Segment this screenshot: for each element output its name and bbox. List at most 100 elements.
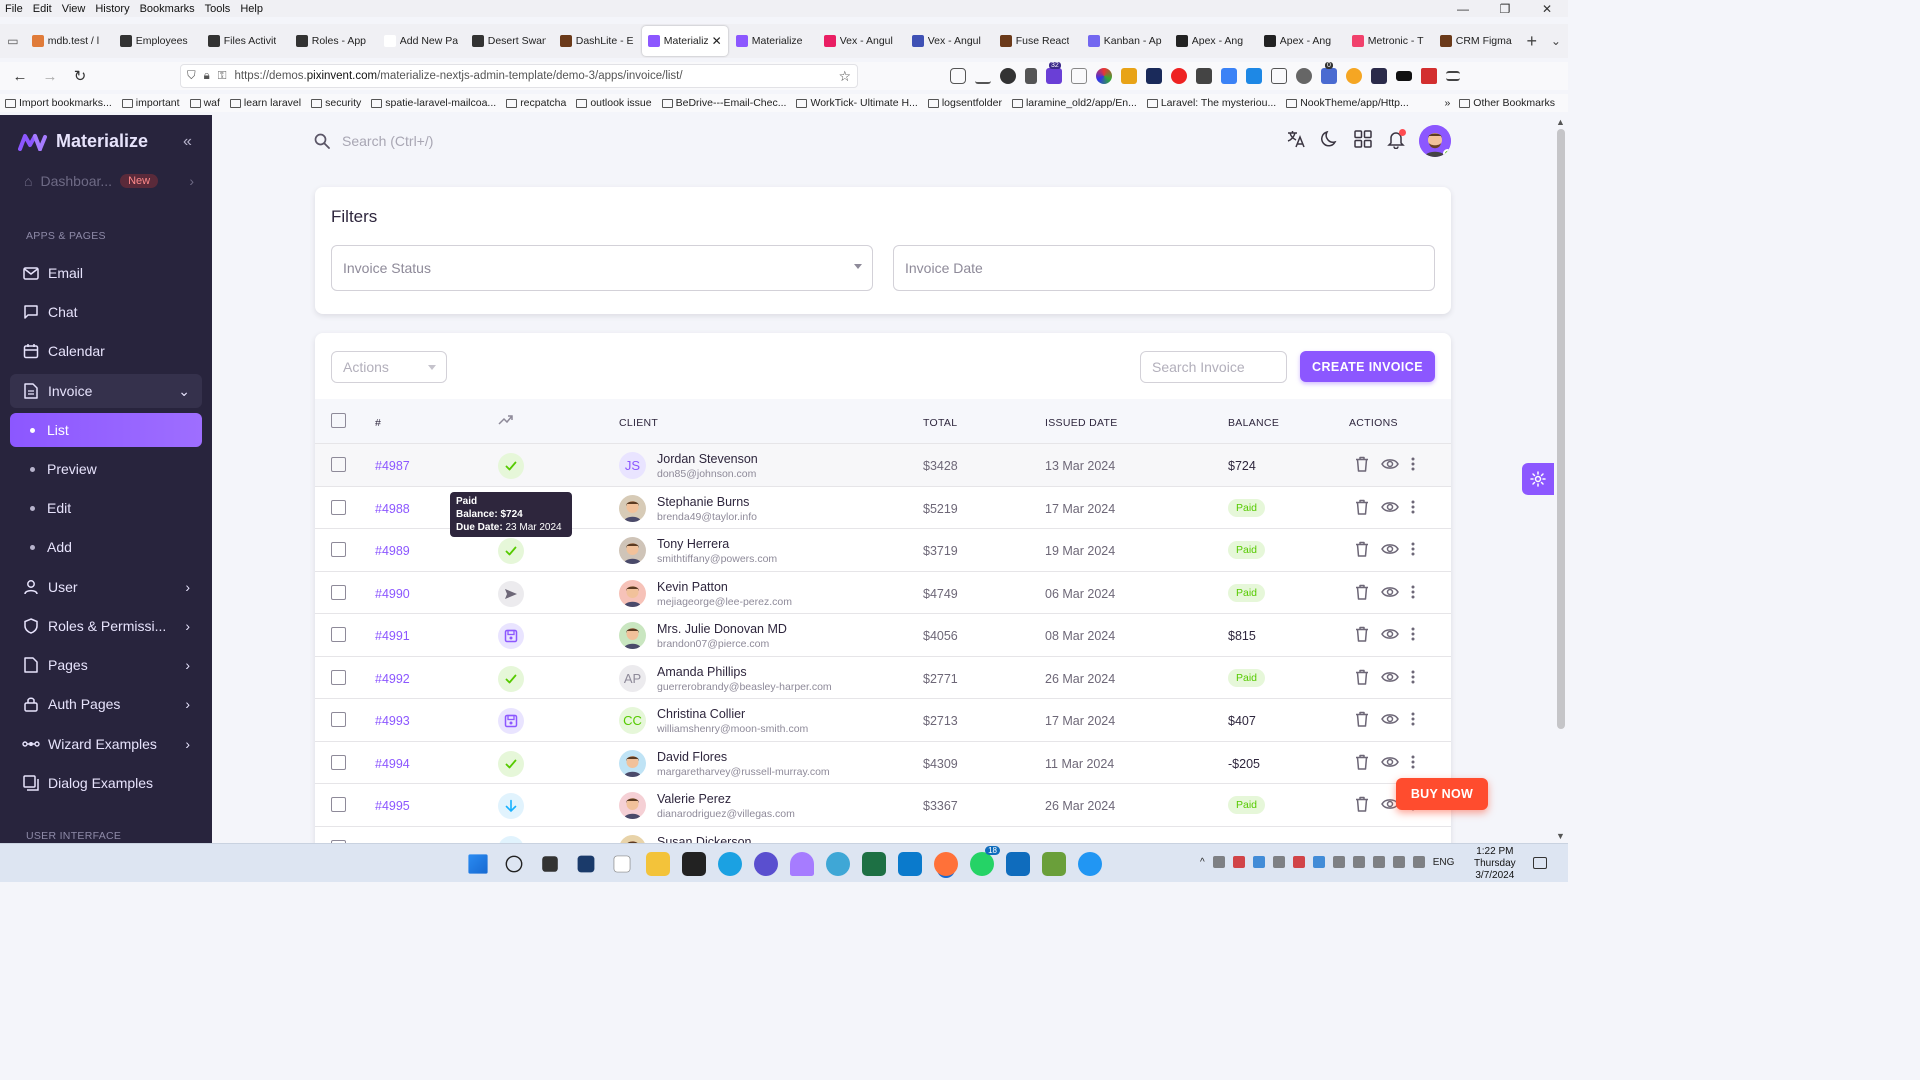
firefox-icon[interactable]	[934, 852, 958, 876]
edge-icon[interactable]	[718, 852, 742, 876]
downloads-icon[interactable]	[975, 68, 991, 84]
shield-icon[interactable]: ⛉	[187, 70, 196, 83]
browser-tab[interactable]: Employees	[114, 26, 200, 56]
browser-tab[interactable]: Vex - Angul	[906, 26, 992, 56]
column-header-id[interactable]: #	[375, 417, 381, 429]
browser-tab[interactable]: Kanban - Ap	[1082, 26, 1168, 56]
browser-tab[interactable]: Apex - Ang	[1170, 26, 1256, 56]
browser-tab[interactable]: Fuse React	[994, 26, 1080, 56]
browser-tab[interactable]: DashLite - E	[554, 26, 640, 56]
new-tab-button[interactable]: +	[1520, 31, 1544, 52]
client-name[interactable]: Valerie Perez	[657, 792, 731, 806]
more-options-icon[interactable]	[1411, 627, 1415, 641]
search-icon[interactable]	[505, 855, 523, 873]
delete-icon[interactable]	[1355, 754, 1369, 770]
more-options-icon[interactable]	[1411, 542, 1415, 556]
invoice-id-link[interactable]: #4987	[375, 459, 410, 473]
row-checkbox[interactable]	[331, 627, 346, 642]
url-bar[interactable]: ⛉ 🔒︎ ⚿ https://demos.pixinvent.com/mater…	[180, 64, 858, 88]
browser-tab[interactable]: Apex - Ang	[1258, 26, 1344, 56]
language-indicator[interactable]: ENG	[1433, 857, 1455, 868]
status-check-icon[interactable]	[498, 665, 524, 692]
extension-icon[interactable]	[1221, 68, 1237, 84]
menu-history[interactable]: History	[90, 3, 134, 15]
bookmark-item[interactable]: security	[306, 97, 366, 109]
scroll-down-icon[interactable]: ▼	[1556, 831, 1565, 841]
vscode-icon[interactable]	[898, 852, 922, 876]
column-header-balance[interactable]: BALANCE	[1228, 417, 1279, 429]
bookmark-item[interactable]: logsentfolder	[923, 97, 1007, 109]
extension-icon[interactable]	[1121, 68, 1137, 84]
sidebar-item-invoice-edit[interactable]: Edit	[10, 491, 202, 525]
search-invoice-input[interactable]: Search Invoice	[1140, 351, 1287, 383]
sidebar-item-roles[interactable]: Roles & Permissi... ›	[10, 609, 202, 643]
menu-bookmarks[interactable]: Bookmarks	[135, 3, 200, 15]
row-checkbox[interactable]	[331, 754, 346, 770]
tab-menu-chevron-icon[interactable]: ⌄	[1544, 34, 1568, 48]
file-explorer-icon[interactable]	[646, 852, 670, 876]
invoice-id-link[interactable]: #4988	[375, 502, 410, 516]
extension-icon[interactable]	[1025, 68, 1037, 84]
page-scrollbar[interactable]: ▲ ▼	[1554, 115, 1568, 843]
invoice-status-select[interactable]: Invoice Status	[331, 245, 873, 291]
invoice-id-link[interactable]: #4993	[375, 714, 410, 728]
minimize-icon[interactable]: —	[1442, 2, 1484, 16]
bookmark-item[interactable]: recpatcha	[501, 97, 571, 109]
restore-icon[interactable]: ❐	[1484, 2, 1526, 16]
browser-tab[interactable]: Roles - App	[290, 26, 376, 56]
widgets-icon[interactable]	[577, 855, 595, 873]
more-options-icon[interactable]	[1411, 670, 1415, 684]
client-name[interactable]: Tony Herrera	[657, 537, 729, 551]
delete-icon[interactable]	[1355, 584, 1369, 600]
dark-mode-icon[interactable]	[1320, 129, 1340, 149]
app-icon[interactable]	[790, 852, 814, 876]
extension-icon[interactable]	[1196, 68, 1212, 84]
view-eye-icon[interactable]	[1381, 755, 1399, 769]
sidebar-item-invoice[interactable]: Invoice ⌄	[10, 374, 202, 408]
select-all-checkbox[interactable]	[331, 413, 346, 428]
excel-icon[interactable]	[862, 852, 886, 876]
browser-tab[interactable]: Materialize	[730, 26, 816, 56]
reload-icon[interactable]: ↻	[66, 62, 94, 90]
delete-icon[interactable]	[1355, 499, 1369, 515]
tray-icon[interactable]	[1272, 856, 1285, 868]
bookmark-item[interactable]: important	[117, 97, 185, 109]
column-header-total[interactable]: TOTAL	[923, 417, 957, 429]
browser-tab[interactable]: mdb.test / l	[26, 26, 112, 56]
invoice-id-link[interactable]: #4994	[375, 757, 410, 771]
sidebar-item-email[interactable]: Email	[10, 256, 202, 290]
client-name[interactable]: Amanda Phillips	[657, 665, 747, 679]
bookmark-item[interactable]: waf	[185, 97, 225, 109]
volume-icon[interactable]	[1412, 856, 1425, 868]
user-avatar[interactable]	[1419, 125, 1451, 157]
browser-tab[interactable]: Materializ ✕	[641, 26, 728, 56]
delete-icon[interactable]	[1355, 626, 1369, 642]
view-eye-icon[interactable]	[1381, 457, 1399, 471]
view-eye-icon[interactable]	[1381, 712, 1399, 726]
row-checkbox[interactable]	[331, 797, 346, 812]
menu-tools[interactable]: Tools	[200, 3, 236, 15]
delete-icon[interactable]	[1355, 669, 1369, 685]
client-name[interactable]: Christina Collier	[657, 707, 745, 721]
sidebar-item-user[interactable]: User ›	[10, 570, 202, 604]
shortcuts-grid-icon[interactable]	[1354, 130, 1372, 148]
invoice-id-link[interactable]: #4990	[375, 587, 410, 601]
browser-tab[interactable]: Metronic - T	[1346, 26, 1432, 56]
extension-badge-icon[interactable]: 0	[1321, 62, 1337, 84]
scrollbar-thumb[interactable]	[1557, 129, 1565, 729]
invoice-id-link[interactable]: #4991	[375, 629, 410, 643]
menu-edit[interactable]: Edit	[28, 3, 57, 15]
whatsapp-icon[interactable]: 18	[970, 846, 1000, 876]
sidebar-item-invoice-add[interactable]: Add	[10, 530, 202, 564]
more-options-icon[interactable]	[1411, 755, 1415, 769]
bookmark-item[interactable]: WorkTick- Ultimate H...	[791, 97, 922, 109]
extension-icon[interactable]	[1271, 68, 1287, 84]
close-window-icon[interactable]: ✕	[1526, 2, 1568, 16]
url-text[interactable]: https://demos.pixinvent.com/materialize-…	[235, 70, 683, 82]
task-view-icon[interactable]	[542, 856, 558, 872]
menu-file[interactable]: File	[0, 3, 28, 15]
browser-tab[interactable]: Files Activit	[202, 26, 288, 56]
row-checkbox[interactable]	[331, 712, 346, 727]
invoice-id-link[interactable]: #4989	[375, 544, 410, 558]
row-checkbox[interactable]	[331, 542, 346, 557]
